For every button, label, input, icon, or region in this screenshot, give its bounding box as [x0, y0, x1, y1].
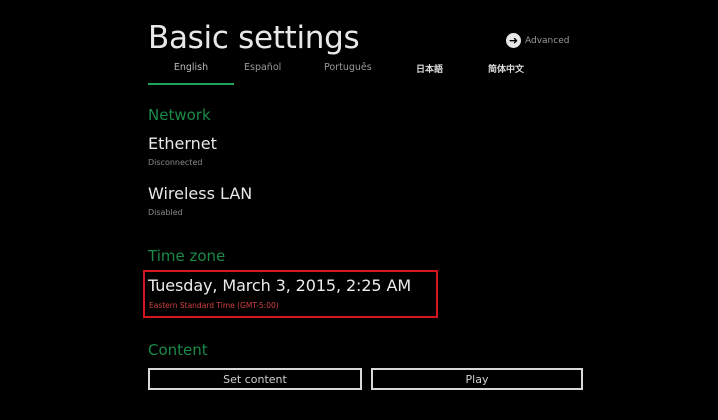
set-content-button[interactable]: Set content	[148, 368, 362, 390]
ethernet-status: Disconnected	[148, 158, 203, 167]
arrow-right-circle-icon: ➜	[506, 33, 521, 48]
tab-simplified-chinese[interactable]: 简体中文	[488, 62, 524, 75]
ethernet-item[interactable]: Ethernet	[148, 134, 217, 153]
tab-english[interactable]: English	[148, 62, 234, 73]
language-tabs: English Español Português 日本語 简体中文	[148, 62, 588, 88]
wireless-lan-status: Disabled	[148, 208, 183, 217]
play-button[interactable]: Play	[371, 368, 583, 390]
wireless-lan-item[interactable]: Wireless LAN	[148, 184, 252, 203]
content-section-title: Content	[148, 341, 208, 359]
tab-espanol[interactable]: Español	[244, 62, 281, 73]
current-datetime[interactable]: Tuesday, March 3, 2015, 2:25 AM	[148, 276, 411, 295]
advanced-link[interactable]: ➜ Advanced	[506, 33, 569, 48]
tab-portugues[interactable]: Português	[324, 62, 372, 73]
page-title: Basic settings	[148, 20, 360, 56]
time-zone-name: Eastern Standard Time (GMT-5:00)	[149, 301, 279, 310]
advanced-label: Advanced	[525, 35, 570, 46]
time-zone-section-title: Time zone	[148, 247, 226, 265]
network-section-title: Network	[148, 106, 211, 124]
tab-japanese[interactable]: 日本語	[416, 62, 443, 75]
active-tab-underline	[148, 83, 234, 85]
